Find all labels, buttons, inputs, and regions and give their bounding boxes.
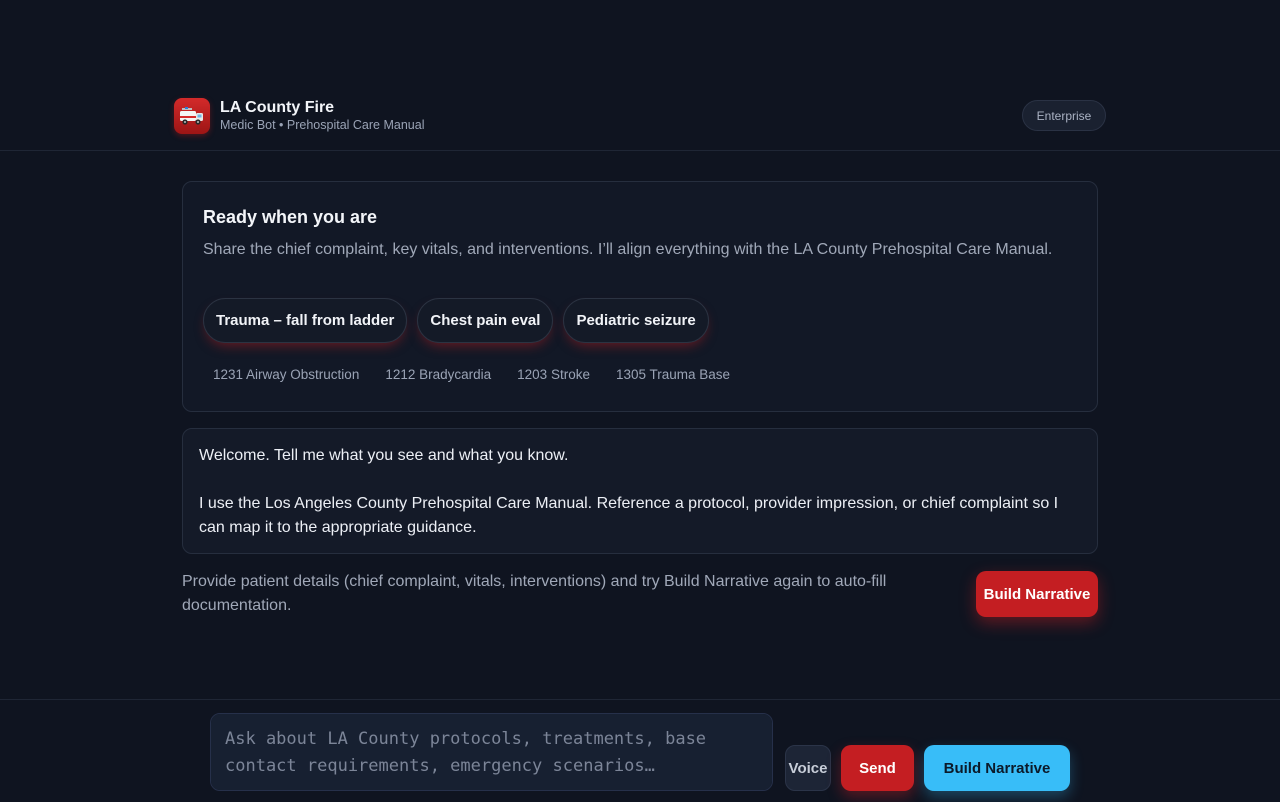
ready-title: Ready when you are [203, 207, 378, 227]
ready-description: Share the chief complaint, key vitals, a… [203, 241, 1053, 258]
protocol-link-1203[interactable]: 1203 Stroke [517, 367, 590, 382]
app-header: LA County Fire Medic Bot • Prehospital C… [0, 0, 1280, 151]
chat-input[interactable] [210, 713, 773, 791]
protocol-link-1212[interactable]: 1212 Bradycardia [385, 367, 491, 382]
app-subtitle: Medic Bot • Prehospital Care Manual [220, 117, 425, 132]
chip-chest-pain[interactable]: Chest pain eval [417, 298, 554, 343]
app-title: LA County Fire [220, 99, 335, 117]
fire-truck-icon [174, 98, 210, 134]
voice-button[interactable]: Voice [785, 745, 831, 791]
composer: Voice Send Build Narrative [0, 699, 1280, 802]
chip-pediatric-seizure[interactable]: Pediatric seizure [563, 298, 709, 343]
protocol-link-1305[interactable]: 1305 Trauma Base [616, 367, 730, 382]
protocol-link-1231[interactable]: 1231 Airway Obstruction [213, 367, 359, 382]
message-line-1: Welcome. Tell me what you see and what y… [199, 447, 569, 464]
protocol-links: 1231 Airway Obstruction 1212 Bradycardia… [213, 367, 730, 382]
scenario-chips: Trauma – fall from ladder Chest pain eva… [203, 298, 709, 343]
brand: LA County Fire Medic Bot • Prehospital C… [174, 98, 424, 134]
message-line-2: I use the Los Angeles County Prehospital… [199, 495, 1059, 536]
narrative-hint: Provide patient details (chief complaint… [182, 573, 887, 614]
assistant-message: Welcome. Tell me what you see and what y… [182, 428, 1098, 554]
chip-trauma-fall[interactable]: Trauma – fall from ladder [203, 298, 408, 343]
build-narrative-button[interactable]: Build Narrative [924, 745, 1070, 791]
ready-card: Ready when you are Share the chief compl… [182, 181, 1098, 412]
build-narrative-button-inline[interactable]: Build Narrative [976, 571, 1098, 617]
plan-badge: Enterprise [1022, 100, 1106, 131]
send-button[interactable]: Send [841, 745, 914, 791]
